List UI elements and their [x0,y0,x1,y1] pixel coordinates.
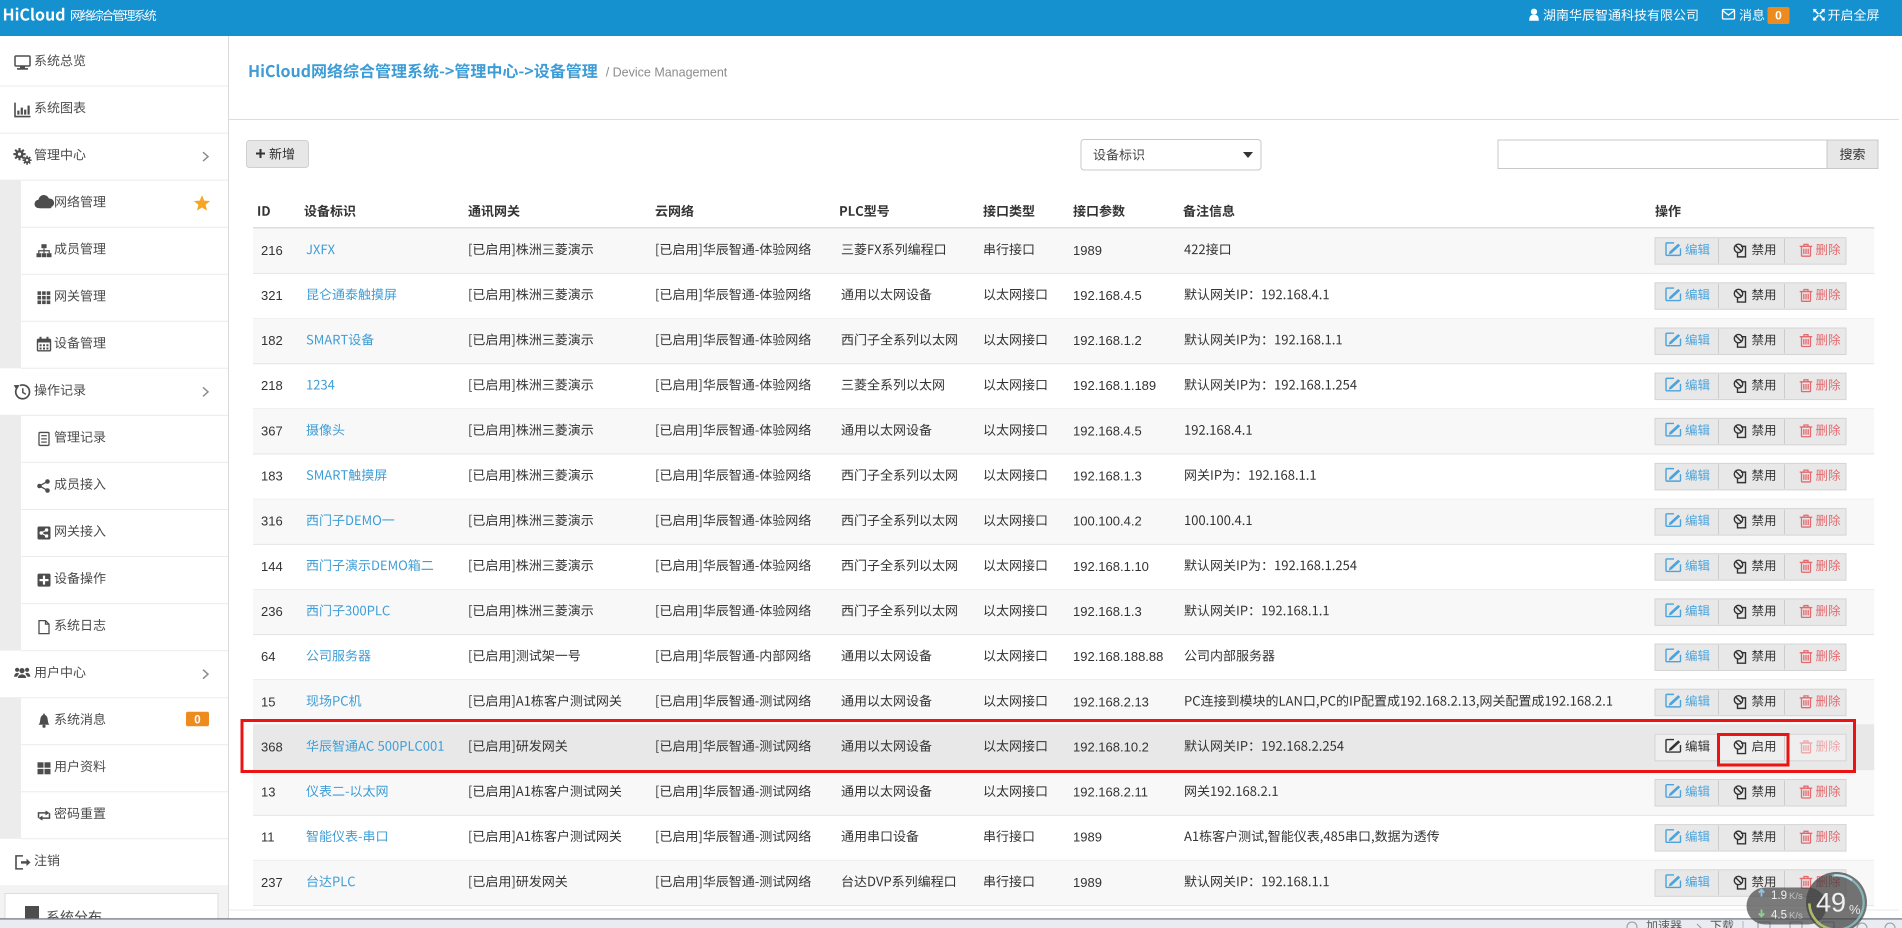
svg-text:192.168.1.189: 192.168.1.189 [1073,378,1156,393]
svg-text:192.168.4.5: 192.168.4.5 [1073,423,1142,438]
svg-text:183: 183 [261,469,283,484]
svg-text:192.168.4.5: 192.168.4.5 [1073,288,1142,303]
svg-text:367: 367 [261,423,283,438]
svg-text:%: % [1849,902,1861,917]
svg-text:K/s: K/s [1789,911,1803,922]
svg-text:192.168.2.11: 192.168.2.11 [1073,785,1148,800]
svg-text:1989: 1989 [1073,830,1102,845]
svg-text:216: 216 [261,243,283,258]
svg-text:192.168.2.13: 192.168.2.13 [1073,694,1149,709]
svg-text:192.168.188.88: 192.168.188.88 [1073,649,1163,664]
svg-text:144: 144 [261,559,283,574]
svg-text:64: 64 [261,649,275,664]
svg-text:192.168.1.10: 192.168.1.10 [1073,559,1149,574]
svg-text:0: 0 [1775,9,1782,23]
svg-text:0: 0 [194,714,200,726]
svg-text:15: 15 [261,694,275,709]
svg-text:/ Device Management: / Device Management [606,66,728,80]
svg-text:1989: 1989 [1073,875,1102,890]
svg-text:K/s: K/s [1789,891,1803,902]
svg-text:236: 236 [261,604,283,619]
svg-text:218: 218 [261,378,283,393]
svg-text:11: 11 [261,830,275,845]
svg-text:192.168.10.2: 192.168.10.2 [1073,739,1149,754]
svg-text:368: 368 [261,739,283,754]
svg-text:182: 182 [261,333,283,348]
svg-text:13: 13 [261,785,275,800]
svg-text:316: 316 [261,514,283,529]
svg-text:321: 321 [261,288,283,303]
svg-text:237: 237 [261,875,283,890]
svg-text:1989: 1989 [1073,243,1102,258]
svg-text:4.5: 4.5 [1771,910,1787,922]
svg-text:1.9: 1.9 [1771,890,1787,902]
svg-text:192.168.1.3: 192.168.1.3 [1073,469,1142,484]
svg-text:192.168.1.2: 192.168.1.2 [1073,333,1142,348]
svg-text:49: 49 [1816,888,1846,918]
svg-text:100.100.4.2: 100.100.4.2 [1073,514,1142,529]
svg-text:192.168.1.3: 192.168.1.3 [1073,604,1142,619]
